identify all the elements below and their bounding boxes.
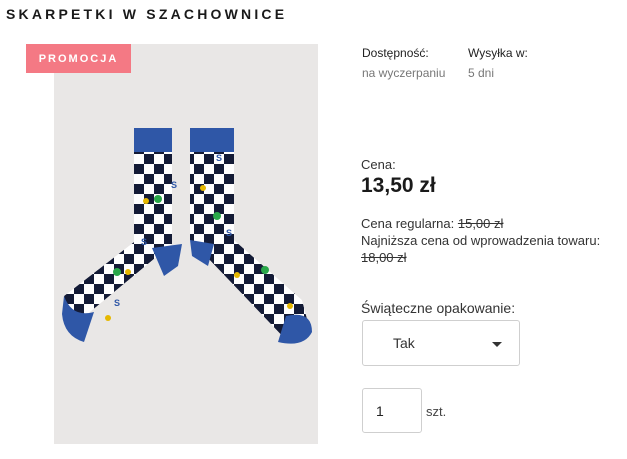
lowest-price-value: 18,00 zł xyxy=(361,250,407,265)
trophy-icon xyxy=(143,198,149,204)
trophy-icon xyxy=(287,303,293,309)
quantity-input[interactable] xyxy=(362,388,422,433)
s-letter-icon: S xyxy=(141,237,147,247)
dollar-coin-icon xyxy=(213,212,221,220)
availability-value: na wyczerpaniu xyxy=(362,66,446,80)
s-letter-icon: S xyxy=(216,153,222,163)
left-sock xyxy=(62,128,182,342)
dollar-coin-icon xyxy=(154,195,162,203)
quantity-unit: szt. xyxy=(426,404,447,419)
gift-wrap-select[interactable]: Tak xyxy=(362,320,520,366)
regular-price: Cena regularna: 15,00 zł xyxy=(361,216,503,231)
trophy-icon xyxy=(200,185,206,191)
dollar-coin-icon xyxy=(261,266,269,274)
right-sock xyxy=(190,128,312,344)
s-letter-icon: S xyxy=(171,180,177,190)
availability-label: Dostępność: xyxy=(362,46,429,60)
s-letter-icon: S xyxy=(114,298,120,308)
dollar-coin-icon xyxy=(113,268,121,276)
trophy-icon xyxy=(125,269,131,275)
product-title: SKARPETKI W SZACHOWNICE xyxy=(6,6,288,22)
regular-price-value: 15,00 zł xyxy=(457,216,504,231)
promo-badge: PROMOCJA xyxy=(26,44,131,73)
shipping-value: 5 dni xyxy=(468,66,495,80)
gift-wrap-selected-value: Tak xyxy=(393,335,415,351)
trophy-icon xyxy=(105,315,111,321)
price-value: 13,50 zł xyxy=(361,174,436,197)
product-image-socks[interactable]: S S S S S xyxy=(54,44,318,444)
lowest-price-label: Najniższa cena od wprowadzenia towaru: xyxy=(361,233,601,248)
trophy-icon xyxy=(234,272,240,278)
chevron-down-icon xyxy=(492,342,502,347)
gift-wrap-label: Świąteczne opakowanie: xyxy=(361,300,516,316)
price-label: Cena: xyxy=(361,157,396,172)
s-letter-icon: S xyxy=(226,228,232,238)
regular-price-label: Cena regularna: xyxy=(361,216,455,231)
shipping-label: Wysyłka w: xyxy=(468,46,528,60)
